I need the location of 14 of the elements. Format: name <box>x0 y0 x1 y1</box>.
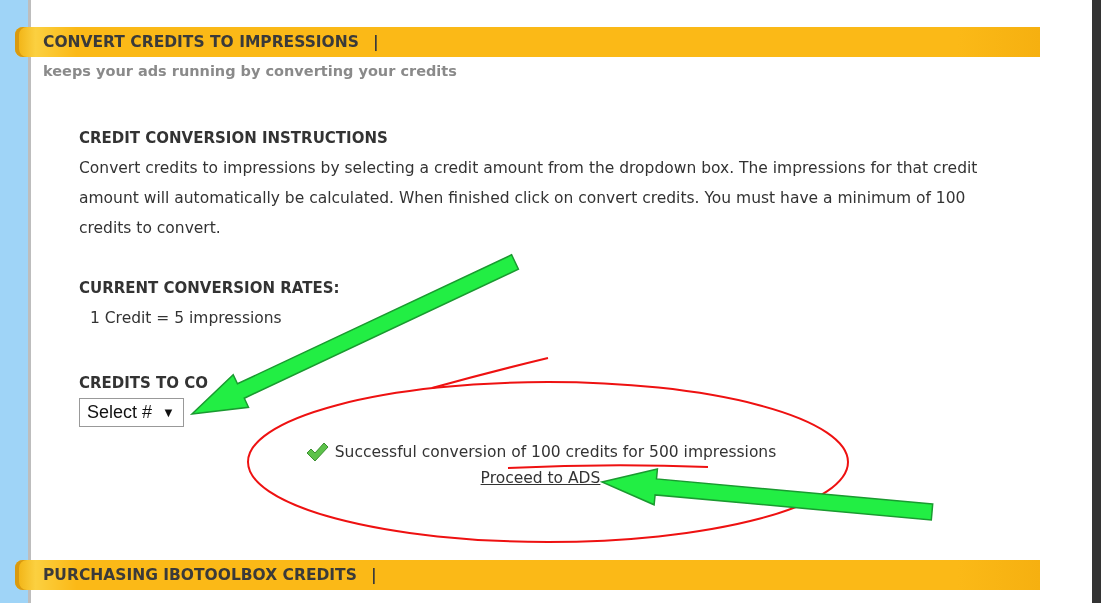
instructions-text: Convert credits to impressions by selecting a credit amount from the dropdown box. The impressions for that credit amount will automatically be calculated. When finished click on convert credits. You must have a minimum of 100 credits to convert. <box>79 158 979 239</box>
checkmark-icon <box>304 441 329 463</box>
instructions-heading: CREDIT CONVERSION INSTRUCTIONS <box>79 128 388 149</box>
rates-heading: CURRENT CONVERSION RATES: <box>79 278 340 299</box>
credits-dropdown[interactable]: Select # ▼ <box>79 398 184 427</box>
credits-heading: CREDITS TO CO <box>79 373 209 394</box>
section-title: PURCHASING IBOTOOLBOX CREDITS <box>43 566 357 584</box>
separator: | <box>370 566 377 584</box>
section-subtitle: keeps your ads running by converting your credits <box>43 63 458 79</box>
success-message: Successful conversion of 100 credits for 500 impressions <box>334 443 777 461</box>
separator: | <box>372 33 379 51</box>
proceed-link[interactable]: Proceed to ADS <box>480 463 601 493</box>
section-title: CONVERT CREDITS TO IMPRESSIONS <box>43 33 359 51</box>
rate-line: 1 Credit = 5 impressions <box>89 308 283 329</box>
